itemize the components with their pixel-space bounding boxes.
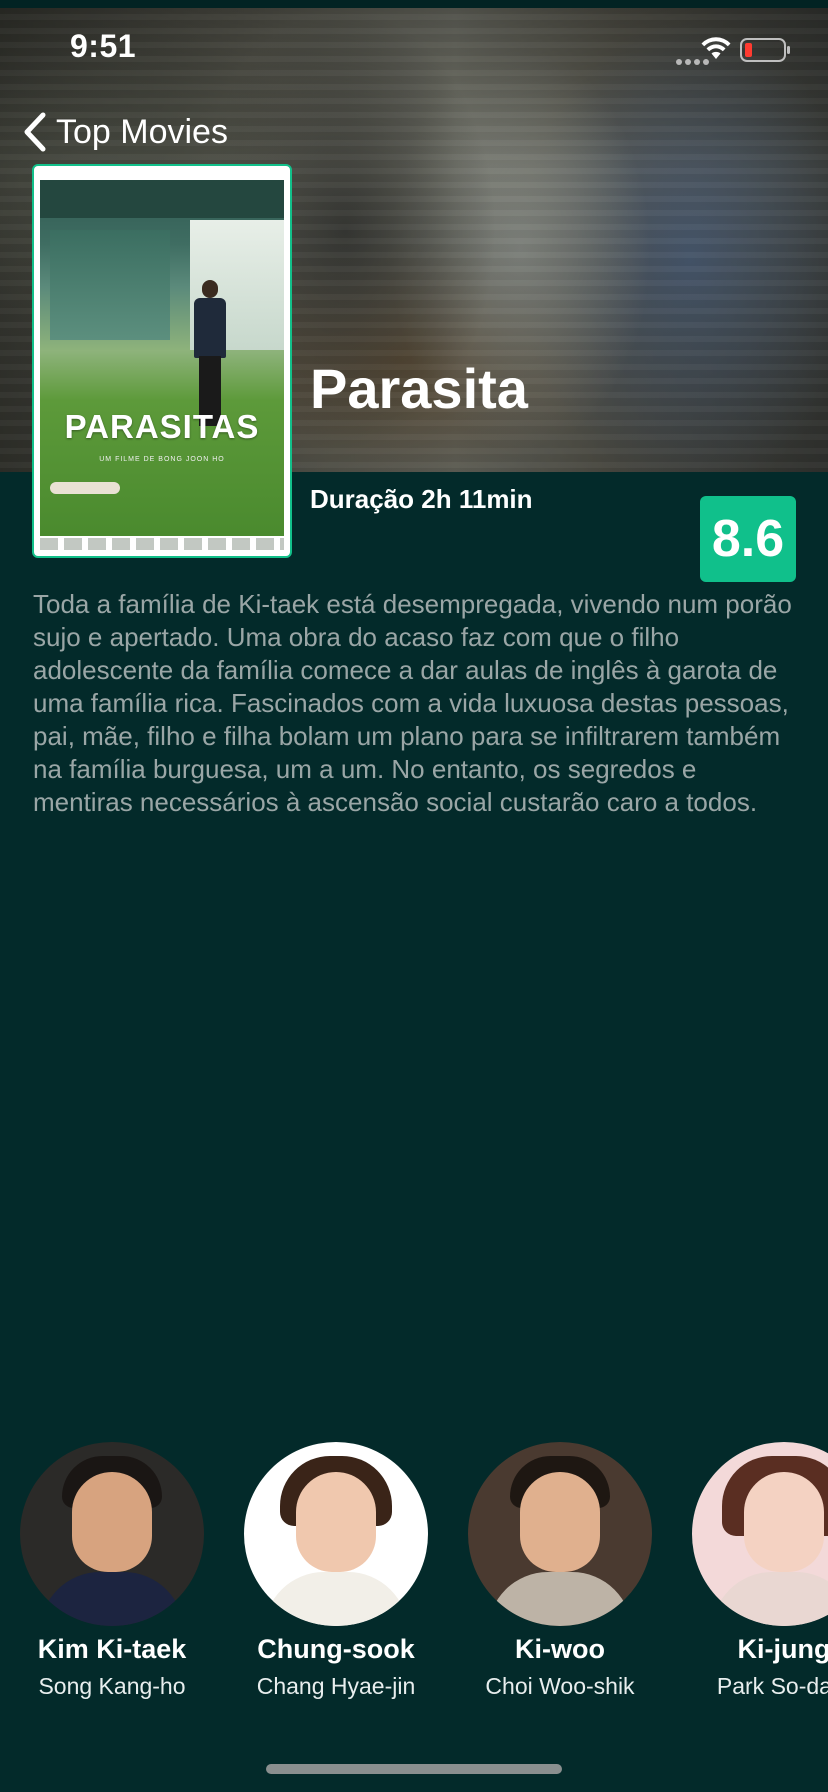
wifi-icon [701,37,731,59]
cast-avatar [20,1442,204,1626]
cast-member[interactable]: Ki-jung Park So-dam [672,1442,828,1702]
cast-member[interactable]: Kim Ki-taek Song Kang-ho [0,1442,224,1702]
movie-title: Parasita [310,357,528,420]
poster-title: PARASITAS [64,408,260,445]
cast-member[interactable]: Ki-woo Choi Woo-shik [448,1442,672,1702]
cast-avatar [244,1442,428,1626]
movie-duration: Duração 2h 11min [310,484,533,514]
movie-detail-screen: 9:51 Top Movies PARASITAS UM FILME DE BO… [0,0,828,1792]
poster-lying-figure [50,482,120,494]
status-bar: 9:51 [0,8,828,92]
back-button[interactable]: Top Movies [22,108,228,156]
cast-member[interactable]: Chung-sook Chang Hyae-jin [224,1442,448,1702]
cast-character-name: Kim Ki-taek [37,1634,187,1664]
cast-character-name: Ki-jung [737,1634,828,1664]
chevron-left-icon [24,112,46,152]
poster-artwork: PARASITAS UM FILME DE BONG JOON HO [40,180,284,536]
back-button-label: Top Movies [56,112,228,151]
cast-list[interactable]: Kim Ki-taek Song Kang-ho Chung-sook Chan… [0,1442,828,1702]
cast-actor-name: Park So-dam [716,1673,828,1699]
top-strip [0,0,828,8]
cast-avatar [468,1442,652,1626]
poster-director: UM FILME DE BONG JOON HO [99,456,225,463]
cast-actor-name: Song Kang-ho [38,1673,186,1699]
rating-value: 8.6 [711,510,785,568]
cast-actor-name: Choi Woo-shik [485,1673,635,1699]
status-time: 9:51 [70,28,137,64]
poster-credits [40,538,284,550]
movie-synopsis: Toda a família de Ki-taek está desempreg… [33,589,792,817]
cast-character-name: Ki-woo [515,1634,605,1664]
rating-badge: 8.6 [700,496,796,582]
poster-header [40,180,284,218]
battery-icon [740,38,790,62]
movie-poster: PARASITAS UM FILME DE BONG JOON HO [32,164,292,558]
home-indicator[interactable] [266,1764,562,1774]
poster-wall [50,230,170,340]
cast-character-name: Chung-sook [257,1634,415,1664]
cast-avatar [692,1442,828,1626]
cast-actor-name: Chang Hyae-jin [256,1673,416,1699]
